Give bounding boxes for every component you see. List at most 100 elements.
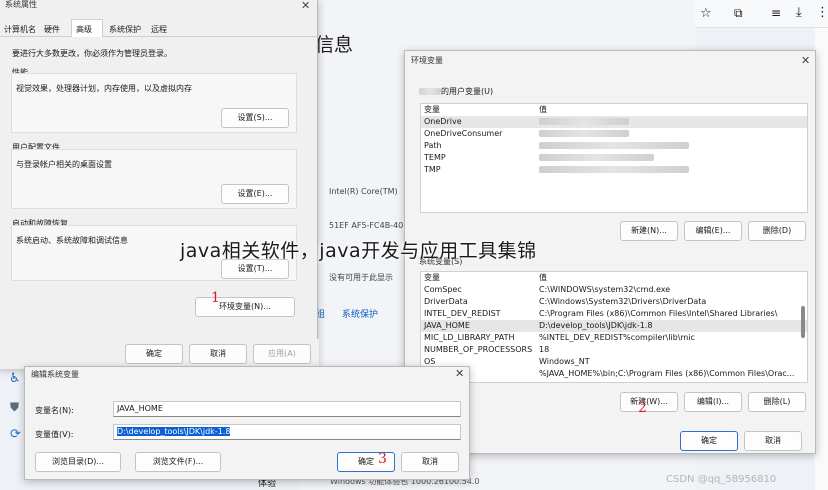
env-titlebar: 环境变量: [405, 51, 815, 71]
env-title: 环境变量: [411, 56, 443, 65]
variable-name-input[interactable]: JAVA_HOME: [113, 401, 461, 417]
table-row[interactable]: TEMP: [421, 152, 807, 164]
system-var-value: %JAVA_HOME%\bin;C:\Program Files (x86)\C…: [539, 369, 795, 378]
spec-row-3: 没有可用于此显示: [329, 273, 393, 282]
system-var-name: MIC_LD_LIBRARY_PATH: [424, 333, 515, 342]
system-properties-titlebar: 系统属性: [0, 0, 317, 13]
star-icon[interactable]: ☆: [700, 6, 712, 21]
table-row[interactable]: Path: [421, 140, 807, 152]
redacted-value: [539, 142, 689, 149]
close-icon[interactable]: ✕: [455, 367, 464, 380]
table-row[interactable]: NUMBER_OF_PROCESSORS 18: [421, 344, 807, 356]
user-var-value: [536, 152, 807, 164]
watermark-caption: java相关软件，java开发与应用工具集锦: [180, 240, 537, 262]
csdn-watermark: CSDN @qq_58956810: [666, 474, 777, 485]
performance-desc: 视觉效果，处理器计划，内存使用，以及虚拟内存: [16, 84, 192, 93]
variable-name-label: 变量名(N):: [35, 406, 74, 415]
annotation-mark-1: 1: [211, 290, 220, 306]
variable-value-input[interactable]: D:\develop_tools\JDK\jdk-1.8: [113, 424, 461, 440]
variable-value-selected-text: D:\develop_tools\JDK\jdk-1.8: [117, 427, 231, 436]
tab-computer-name[interactable]: 计算机名: [4, 24, 36, 35]
tab-hardware[interactable]: 硬件: [44, 24, 60, 35]
system-var-value: C:\WINDOWS\system32\cmd.exe: [539, 285, 671, 294]
system-vars-scrollbar[interactable]: [801, 306, 805, 338]
browse-file-button[interactable]: 浏览文件(F)...: [135, 452, 221, 472]
user-var-name: OneDrive: [421, 116, 536, 128]
startup-recovery-desc: 系统启动、系统故障和调试信息: [16, 236, 128, 245]
edit-system-variable-dialog: 编辑系统变量 ✕ 变量名(N): JAVA_HOME 变量值(V): D:\de…: [24, 366, 470, 480]
table-row[interactable]: MIC_LD_LIBRARY_PATH %INTEL_DEV_REDIST%co…: [421, 332, 807, 344]
reading-list-icon[interactable]: ≡: [771, 6, 781, 20]
table-row[interactable]: OS Windows_NT: [421, 356, 807, 368]
table-row[interactable]: OneDriveConsumer: [421, 128, 807, 140]
table-row[interactable]: DriverData C:\Windows\System32\Drivers\D…: [421, 296, 807, 308]
system-properties-apply-button[interactable]: 应用(A): [253, 344, 311, 364]
performance-settings-button[interactable]: 设置(S)...: [221, 108, 289, 128]
tab-system-protection[interactable]: 系统保护: [109, 24, 141, 35]
system-var-name: ComSpec: [424, 285, 462, 294]
system-var-value: C:\Windows\System32\Drivers\DriverData: [539, 297, 707, 306]
redacted-value: [539, 154, 654, 161]
column-header-variable: 变量: [424, 273, 440, 282]
update-icon[interactable]: ⟳: [10, 427, 21, 442]
table-row[interactable]: INTEL_DEV_REDIST C:\Program Files (x86)\…: [421, 308, 807, 320]
environment-variables-button[interactable]: 环境变量(N)...: [195, 297, 295, 317]
table-row[interactable]: OneDrive: [421, 116, 807, 128]
env-cancel-button[interactable]: 取消: [744, 431, 802, 451]
system-properties-ok-button[interactable]: 确定: [125, 344, 183, 364]
table-row[interactable]: Path %JAVA_HOME%\bin;C:\Program Files (x…: [421, 368, 807, 380]
shield-icon[interactable]: ⛊: [10, 400, 19, 415]
table-row[interactable]: ComSpec C:\WINDOWS\system32\cmd.exe: [421, 284, 807, 296]
spec-row-2: 51EF AF5-FC4B-40: [329, 221, 404, 230]
user-var-name: TMP: [424, 165, 441, 174]
edit-cancel-button[interactable]: 取消: [401, 452, 459, 472]
system-new-button[interactable]: 新建(W)...: [620, 392, 678, 412]
edit-dialog-title: 编辑系统变量: [31, 370, 79, 379]
tab-advanced-label: 高级: [76, 25, 92, 34]
tab-remote[interactable]: 远程: [151, 24, 167, 35]
system-delete-button[interactable]: 删除(L): [748, 392, 806, 412]
user-profiles-desc: 与登录帐户相关的桌面设置: [16, 160, 112, 169]
system-var-value: D:\develop_tools\JDK\jdk-1.8: [536, 320, 807, 332]
system-vars-table[interactable]: 变量 值 ComSpec C:\WINDOWS\system32\cmd.exe…: [420, 271, 808, 383]
annotation-mark-2: 2: [638, 400, 647, 416]
browse-directory-button[interactable]: 浏览目录(D)...: [35, 452, 121, 472]
system-var-name: INTEL_DEV_REDIST: [424, 309, 501, 318]
close-icon[interactable]: ✕: [801, 54, 810, 67]
variable-value-label: 变量值(V):: [35, 430, 74, 439]
spec-row-1: Intel(R) Core(TM): [329, 187, 398, 196]
extensions-icon[interactable]: ⧉: [734, 6, 743, 21]
table-row[interactable]: TMP: [421, 164, 807, 176]
download-icon[interactable]: ⤓: [796, 5, 802, 20]
user-var-name: Path: [424, 141, 442, 150]
user-var-value: [536, 128, 807, 140]
close-icon[interactable]: ✕: [301, 0, 310, 12]
user-edit-button[interactable]: 编辑(E)...: [684, 221, 742, 241]
browser-side-panel: [815, 28, 828, 490]
user-var-name: TEMP: [424, 153, 446, 162]
redacted-username: [419, 88, 441, 95]
system-edit-button[interactable]: 编辑(I)...: [684, 392, 742, 412]
annotation-mark-3: 3: [378, 451, 387, 467]
system-properties-cancel-button[interactable]: 取消: [189, 344, 247, 364]
system-vars-header: 变量 值: [421, 272, 807, 284]
user-var-value: [536, 116, 807, 128]
variable-name-value: JAVA_HOME: [117, 404, 163, 413]
user-delete-button[interactable]: 删除(D): [748, 221, 806, 241]
user-var-name: OneDriveConsumer: [424, 129, 503, 138]
table-row-selected[interactable]: JAVA_HOME D:\develop_tools\JDK\jdk-1.8: [421, 320, 807, 332]
column-header-variable: 变量: [424, 105, 440, 114]
user-vars-table[interactable]: 变量 值 OneDrive OneDriveConsumer Path TEMP…: [420, 103, 808, 213]
redacted-value: [539, 166, 689, 173]
user-vars-grid: 变量 值 OneDrive OneDriveConsumer Path TEMP…: [421, 104, 807, 176]
user-new-button[interactable]: 新建(N)...: [620, 221, 678, 241]
admin-note: 要进行大多数更改，你必须作为管理员登录。: [12, 49, 172, 58]
edit-dialog-titlebar: 编辑系统变量: [25, 367, 469, 383]
more-icon[interactable]: ⋮: [816, 5, 828, 20]
user-profiles-settings-button[interactable]: 设置(E)...: [221, 184, 289, 204]
accessibility-icon[interactable]: ♿: [9, 371, 21, 386]
tab-advanced[interactable]: 高级: [71, 19, 103, 37]
settings-link-protection[interactable]: 系统保护: [342, 307, 378, 320]
env-ok-button[interactable]: 确定: [680, 431, 738, 451]
redacted-value: [539, 118, 629, 125]
